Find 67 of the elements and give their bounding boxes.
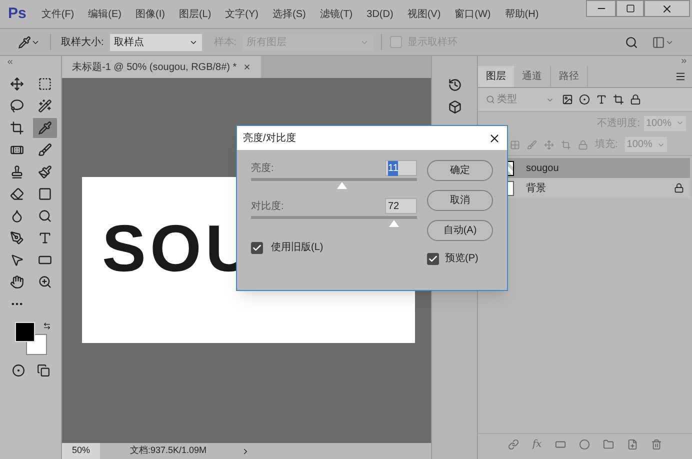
menu-item[interactable]: 文件(F) (34, 6, 82, 22)
search-icon (486, 95, 495, 104)
trash-icon[interactable] (650, 439, 662, 450)
image-filter-icon[interactable] (562, 94, 573, 105)
shape-filter-icon[interactable] (613, 94, 624, 105)
panel-tab[interactable]: 图层 (478, 66, 514, 87)
menu-item[interactable]: 帮助(H) (498, 6, 546, 22)
new-layer-icon[interactable] (626, 439, 638, 450)
panel-tab[interactable]: 路径 (551, 66, 588, 87)
close-icon[interactable] (242, 63, 251, 71)
menu-item[interactable]: 编辑(E) (81, 6, 128, 22)
preview-checkbox[interactable] (427, 252, 439, 264)
type-filter-icon[interactable] (596, 94, 607, 105)
sample-size-label: 取样大小: (61, 36, 104, 50)
expand-icon[interactable] (680, 57, 688, 66)
slider-thumb[interactable] (388, 220, 399, 227)
menu-item[interactable]: 3D(D) (360, 6, 400, 22)
menu-item[interactable]: 图层(L) (172, 6, 218, 22)
workspace-icon[interactable] (652, 36, 674, 48)
properties-icon[interactable] (448, 100, 462, 114)
menu-item[interactable]: 图像(I) (128, 6, 172, 22)
menu-item[interactable]: 视图(V) (400, 6, 448, 22)
menu-item[interactable]: 选择(S) (266, 6, 313, 22)
close-icon[interactable] (488, 132, 501, 144)
search-icon[interactable] (625, 36, 638, 48)
legacy-label: 使用旧版(L) (271, 240, 324, 255)
value-field[interactable]: 72 (385, 198, 417, 214)
menu-item[interactable]: 滤镜(T) (312, 6, 360, 22)
folder-icon[interactable] (602, 439, 614, 450)
value-text: 11 (388, 160, 398, 176)
sample-size-select[interactable]: 取样点 (110, 34, 202, 50)
adjustment-icon[interactable] (578, 439, 590, 450)
legacy-checkbox[interactable] (251, 242, 263, 254)
mask-icon[interactable] (554, 439, 566, 450)
panel-menu-icon[interactable] (675, 71, 686, 82)
adjustment-filter-icon[interactable] (579, 94, 590, 105)
value-field[interactable]: 11 (385, 160, 417, 176)
document-info: 文档:937.5K/1.09M (130, 444, 207, 458)
layer-name: 背景 (526, 182, 546, 196)
link-icon[interactable] (508, 439, 520, 450)
quick-mask-icon[interactable] (12, 364, 24, 377)
zoom-level[interactable]: 50% (62, 443, 100, 459)
menu-item[interactable]: 窗口(W) (448, 6, 498, 22)
dialog-button[interactable]: 取消 (427, 190, 493, 211)
swap-icon[interactable] (42, 322, 50, 330)
preview-label: 预览(P) (445, 252, 478, 266)
slider-label: 亮度: (251, 162, 274, 176)
layer-name: sougou (526, 162, 559, 176)
foreground-color[interactable] (14, 322, 34, 342)
history-icon[interactable] (448, 78, 462, 92)
slider-label: 对比度: (251, 200, 284, 214)
menu-item[interactable]: 文字(Y) (218, 6, 266, 22)
collapse-icon[interactable] (6, 58, 14, 66)
slider-thumb[interactable] (337, 182, 348, 189)
close-icon[interactable] (644, 0, 690, 17)
document-tab[interactable]: 未标题-1 @ 50% (sougou, RGB/8#) * (62, 56, 261, 78)
eyedropper-icon[interactable] (32, 118, 56, 138)
maximize-icon[interactable] (616, 0, 644, 17)
panel-tab[interactable]: 通道 (514, 66, 551, 87)
dialog-button[interactable]: 自动(A) (427, 220, 493, 241)
dialog-button[interactable]: 确定 (427, 160, 493, 181)
eyedropper-icon[interactable] (18, 36, 40, 48)
app-logo: Ps (7, 4, 28, 24)
value-text: 72 (388, 200, 400, 214)
lock-filter-icon[interactable] (630, 94, 641, 105)
screen-mode-icon[interactable] (36, 364, 50, 377)
dialog-title: 亮度/对比度 (243, 132, 296, 146)
